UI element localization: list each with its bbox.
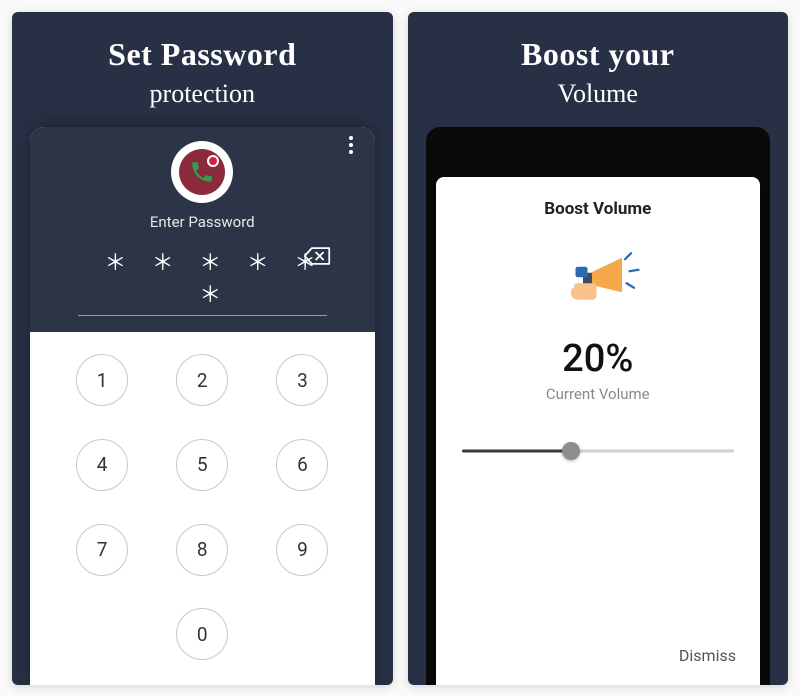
key-3[interactable]: 3	[276, 354, 328, 406]
key-empty-left	[76, 608, 128, 660]
app-icon	[44, 141, 361, 203]
boost-volume-dialog: Boost Volume	[436, 177, 761, 685]
password-mask: ＊ ＊ ＊ ＊ ＊ ＊	[78, 245, 327, 309]
key-5[interactable]: 5	[176, 439, 228, 491]
key-7[interactable]: 7	[76, 524, 128, 576]
title-line1-left: Set Password	[22, 36, 383, 73]
numeric-keypad: 1 2 3 4 5 6 7 8 9 0	[30, 332, 375, 685]
record-dot-icon	[207, 155, 219, 167]
key-4[interactable]: 4	[76, 439, 128, 491]
phone-frame: Boost Volume	[426, 127, 771, 685]
key-6[interactable]: 6	[276, 439, 328, 491]
password-card: Enter Password ＊ ＊ ＊ ＊ ＊ ＊ 1 2 3 4 5 6 7…	[30, 127, 375, 685]
slider-thumb[interactable]	[562, 442, 580, 460]
panel-header-right: Boost your Volume	[408, 12, 789, 127]
backspace-icon[interactable]	[303, 245, 331, 271]
volume-slider[interactable]	[462, 439, 735, 463]
title-line2-right: Volume	[418, 79, 779, 109]
key-2[interactable]: 2	[176, 354, 228, 406]
panel-header-left: Set Password protection	[12, 12, 393, 127]
key-0[interactable]: 0	[176, 608, 228, 660]
more-vertical-icon[interactable]	[341, 135, 361, 155]
megaphone-icon	[456, 249, 741, 319]
volume-percent: 20%	[456, 337, 741, 381]
key-9[interactable]: 9	[276, 524, 328, 576]
enter-password-label: Enter Password	[44, 213, 361, 231]
title-line1-right: Boost your	[418, 36, 779, 73]
panel-set-password: Set Password protection Enter Password	[12, 12, 393, 685]
title-line2-left: protection	[22, 79, 383, 109]
slider-fill	[462, 450, 571, 453]
volume-caption: Current Volume	[456, 385, 741, 403]
dismiss-button[interactable]: Dismiss	[675, 640, 740, 671]
dialog-title: Boost Volume	[456, 199, 741, 219]
key-8[interactable]: 8	[176, 524, 228, 576]
panel-boost-volume: Boost your Volume Boost Volume	[408, 12, 789, 685]
key-empty-right	[276, 608, 328, 660]
key-1[interactable]: 1	[76, 354, 128, 406]
password-field[interactable]: ＊ ＊ ＊ ＊ ＊ ＊	[78, 245, 327, 316]
lock-header: Enter Password ＊ ＊ ＊ ＊ ＊ ＊	[30, 127, 375, 332]
